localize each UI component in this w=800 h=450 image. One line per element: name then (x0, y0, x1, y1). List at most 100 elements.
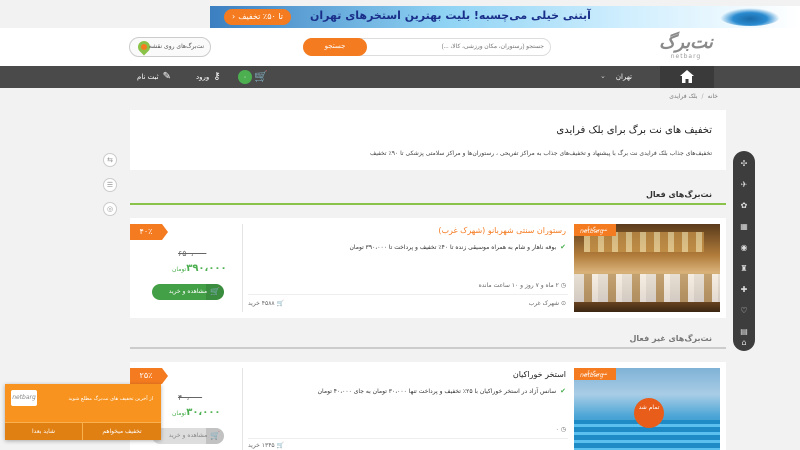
maybe-later-button[interactable]: شاید بعدا (5, 422, 83, 440)
breadcrumb-separator: / (701, 93, 704, 100)
category-sidebar: ✣ ✈ ✿ ▦ ◉ ♜ ✚ ♡ ▤ ⌂ (733, 151, 755, 351)
clock-icon: ◷ (558, 282, 566, 289)
location-icon: ⊙ (559, 300, 566, 307)
site-logo[interactable]: نت‌برگ netbarg (654, 32, 718, 62)
login-link[interactable]: ⚷ورود (196, 66, 221, 88)
view-buy-button[interactable]: 🛒 مشاهده و خرید (152, 428, 224, 444)
main-nav: تهران ⌄ ۰ 🛒 ⚷ورود ✎ثبت نام (0, 66, 800, 88)
beauty-icon[interactable]: ✿ (733, 199, 755, 213)
cinema-icon[interactable]: ▦ (733, 220, 755, 234)
globe-icon[interactable]: ◎ (103, 202, 117, 216)
deal-location: ⊙ شهرک غرب (529, 300, 566, 307)
deal-time-text: ۲ ماه و ۷ روز و ۱۰ ساعت مانده (478, 282, 559, 289)
check-icon: ✔ (560, 243, 566, 251)
cart-icon: 🛒 (206, 284, 224, 300)
cart-small-icon: 🛒 (274, 300, 285, 307)
cart-button[interactable]: ۰ 🛒 (238, 70, 272, 84)
want-discount-button[interactable]: تخفیف میخواهم (83, 422, 161, 440)
chevron-down-icon[interactable]: ⌄ (600, 72, 606, 80)
restaurant-icon[interactable]: ✣ (733, 157, 755, 171)
banner-text: آبتنی خیلی می‌چسبه! بلیت بهترین استخرهای… (310, 9, 591, 22)
notification-popup: netbarg از آخرین تخفیف های نت‌برگ مطلع ش… (5, 384, 161, 440)
cart-small-icon: 🛒 (274, 442, 285, 449)
city-selector[interactable]: تهران (600, 66, 660, 88)
photo-watermark: netbarg (580, 228, 604, 235)
old-price: ۴۰،۰۰۰ (178, 393, 203, 402)
deal-bought-text: ۴۵۸۸ خرید (248, 300, 275, 307)
view-buy-label: مشاهده و خرید (168, 288, 208, 295)
new-price-value: ۳۰،۰۰۰ (186, 407, 221, 418)
old-price: ۶۵۰،۰۰۰ (178, 249, 207, 258)
view-buy-button[interactable]: 🛒 مشاهده و خرید (152, 284, 224, 300)
key-icon: ⚷ (213, 71, 221, 82)
home-button[interactable] (660, 66, 714, 88)
deal-bought-count: 🛒 ۱۳۴۵ خرید (248, 442, 284, 449)
banner-button-label: تا ۵۰٪ تخفیف (238, 12, 283, 21)
deal-time-left: ◷ ۰ (556, 426, 566, 433)
deal-title[interactable]: رستوران سنتی شهربانو (شهرک غرب) (438, 226, 566, 235)
divider (242, 224, 243, 312)
breadcrumb-home[interactable]: خانه (708, 93, 718, 100)
deal-image[interactable]: نت برگ آنی netbarg تمام شد (574, 368, 720, 450)
map-button[interactable]: نت‌برگ‌های روی نقشه (129, 37, 211, 57)
deal-description: ✔بوفه ناهار و شام به همراه موسیقی زنده ت… (350, 243, 566, 251)
site-header: نت‌برگ netbarg جستجو نت‌برگ‌های روی نقشه (0, 28, 800, 66)
divider (242, 368, 243, 450)
deal-description-text: بوفه ناهار و شام به همراه موسیقی زنده تا… (349, 244, 557, 251)
list-icon[interactable]: ☰ (103, 178, 117, 192)
check-icon: ✔ (560, 387, 566, 395)
search-input[interactable] (374, 40, 544, 54)
share-icon[interactable]: ⇆ (103, 153, 117, 167)
deal-bought-text: ۱۳۴۵ خرید (248, 442, 275, 449)
gift-icon[interactable]: ♡ (733, 304, 755, 318)
new-price: ۳۰،۰۰۰تومان (168, 407, 221, 418)
promo-banner[interactable]: آبتنی خیلی می‌چسبه! بلیت بهترین استخرهای… (210, 6, 800, 28)
logo-subtext: netbarg (670, 53, 702, 60)
active-deals-header: نت‌برگ‌های فعال (130, 190, 726, 205)
divider (248, 294, 568, 295)
deal-image[interactable]: نت برگ آنی netbarg (574, 224, 720, 312)
currency-label: تومان (172, 410, 187, 417)
search-button[interactable]: جستجو (303, 38, 367, 56)
register-link[interactable]: ✎ثبت نام (137, 66, 171, 88)
swimmer-image (720, 8, 780, 26)
page-description: تخفیف‌های جذاب بلک فرایدی نت برگ با پیشن… (369, 150, 712, 157)
shopping-icon[interactable]: ✚ (733, 283, 755, 297)
deal-description: ✔سانس آزاد در استخر خوراکیان با ۲۵٪ تخفی… (318, 387, 566, 395)
breadcrumb: خانه /بلک فرایدی (669, 93, 718, 100)
city-label: تهران (615, 73, 632, 81)
deal-bought-count: 🛒 ۴۵۸۸ خرید (248, 300, 284, 307)
photo-watermark: netbarg (580, 372, 604, 379)
sport-icon[interactable]: ♜ (733, 262, 755, 276)
camera-icon[interactable]: ◉ (733, 241, 755, 255)
active-section-title: نت‌برگ‌های فعال (645, 190, 712, 199)
view-buy-label: مشاهده و خرید (168, 432, 208, 439)
cart-icon: 🛒 (254, 70, 268, 83)
deal-description-text: سانس آزاد در استخر خوراکیان با ۲۵٪ تخفیف… (317, 388, 557, 395)
chevron-left-icon: ‹ (232, 12, 236, 21)
deal-time-left: ◷ ۲ ماه و ۷ روز و ۱۰ ساعت مانده (479, 282, 566, 289)
popup-logo: netbarg (11, 390, 37, 406)
logo-text: نت‌برگ (659, 32, 713, 53)
discount-badge: ۴۰٪ (130, 224, 168, 240)
inactive-deals-header: نت‌برگ‌های غیر فعال (130, 334, 726, 349)
intro-card: تخفیف های نت برگ برای بلک فرایدی تخفیف‌ه… (130, 110, 726, 170)
page-title: تخفیف های نت برگ برای بلک فرایدی (556, 125, 712, 136)
cart-count-badge: ۰ (238, 70, 252, 84)
popup-text: از آخرین تخفیف های نت‌برگ مطلع شوید (68, 396, 154, 402)
deal-card[interactable]: نت برگ آنی netbarg تمام شد استخر خوراکیا… (130, 362, 726, 450)
sold-out-badge: تمام شد (634, 398, 664, 428)
currency-label: تومان (172, 266, 187, 273)
home-side-icon[interactable]: ⌂ (733, 336, 755, 350)
register-label: ثبت نام (137, 73, 159, 81)
search-box: جستجو (303, 38, 551, 56)
home-icon (680, 70, 694, 83)
deal-title[interactable]: استخر خوراکیان (513, 370, 566, 379)
pencil-icon: ✎ (162, 71, 171, 82)
cart-icon: 🛒 (206, 428, 224, 444)
travel-icon[interactable]: ✈ (733, 178, 755, 192)
inactive-section-title: نت‌برگ‌های غیر فعال (629, 334, 712, 343)
new-price: ۳۹۰،۰۰۰تومان (168, 263, 227, 274)
banner-button[interactable]: تا ۵۰٪ تخفیف‹ (224, 9, 291, 25)
deal-card[interactable]: نت برگ آنی netbarg رستوران سنتی شهربانو … (130, 218, 726, 318)
